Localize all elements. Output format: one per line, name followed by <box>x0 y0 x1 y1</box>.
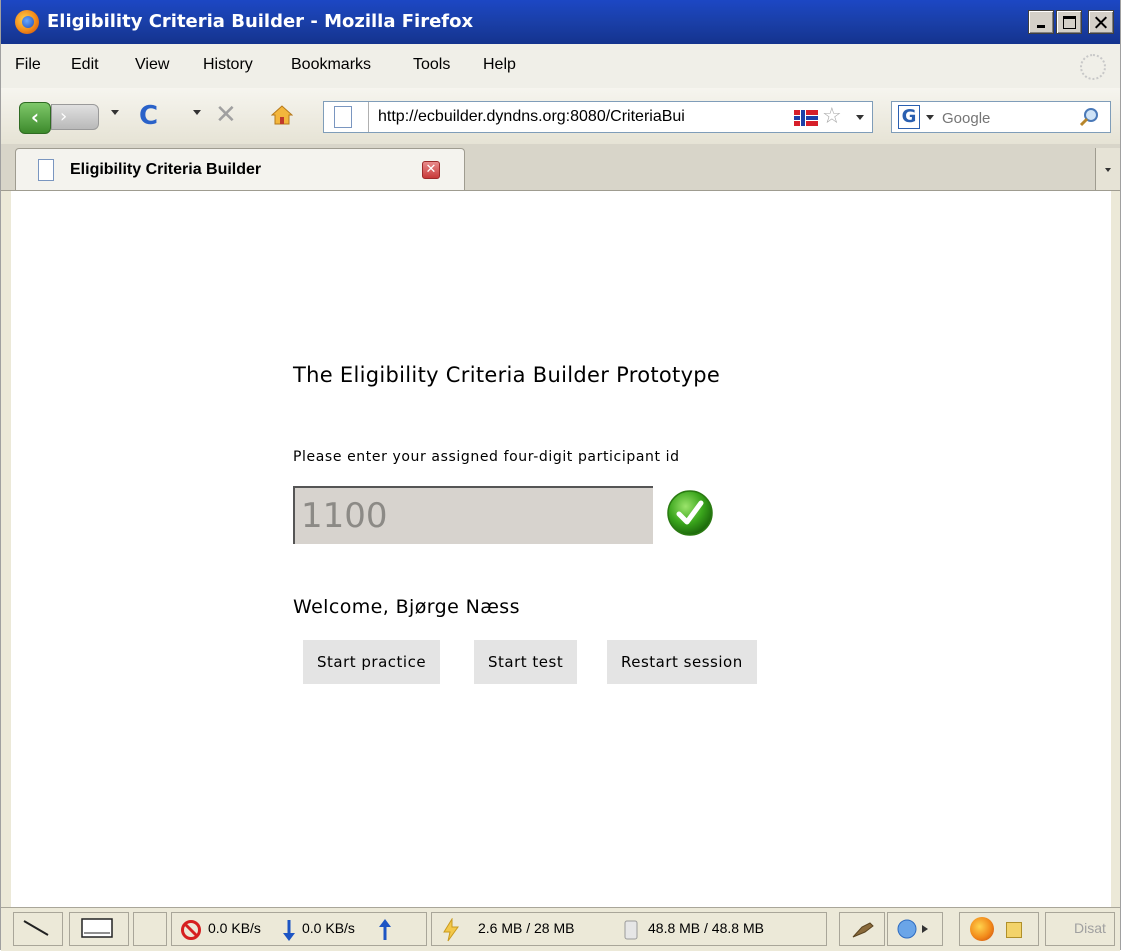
home-icon <box>270 105 294 125</box>
memory-usage-1: 2.6 MB / 28 MB <box>478 920 575 936</box>
back-arrow-icon: ‹ <box>30 105 40 129</box>
tab-bar: Eligibility Criteria Builder ✕ <box>1 144 1120 191</box>
browser-window: Eligibility Criteria Builder - Mozilla F… <box>0 0 1121 951</box>
status-graph-button[interactable] <box>69 912 129 946</box>
network-rate-cell: 0.0 KB/s 0.0 KB/s <box>171 912 427 946</box>
start-practice-button[interactable]: Start practice <box>303 640 441 684</box>
extensions-cell[interactable] <box>959 912 1039 946</box>
participant-id-prompt: Please enter your assigned four-digit pa… <box>293 449 680 465</box>
blocked-icon <box>181 920 201 940</box>
disabled-cell: Disat <box>1045 912 1115 946</box>
sync-button[interactable] <box>887 912 943 946</box>
menu-help[interactable]: Help <box>483 56 516 74</box>
resize-arrow-icon <box>23 920 49 936</box>
download-arrow-icon <box>283 920 295 941</box>
start-test-button[interactable]: Start test <box>474 640 578 684</box>
upload-rate: 0.0 KB/s <box>302 920 355 936</box>
restart-session-button[interactable]: Restart session <box>607 640 757 684</box>
memory-icon <box>624 920 638 940</box>
back-button[interactable]: ‹ <box>19 102 51 134</box>
window-title: Eligibility Criteria Builder - Mozilla F… <box>47 11 474 32</box>
tab-list-button[interactable] <box>1095 148 1120 190</box>
menu-history[interactable]: History <box>203 56 253 74</box>
tab-label: Eligibility Criteria Builder <box>70 161 262 178</box>
menu-edit[interactable]: Edit <box>71 56 99 74</box>
minimize-button[interactable] <box>1028 10 1054 34</box>
menu-view[interactable]: View <box>135 56 169 74</box>
forward-arrow-icon: › <box>60 106 68 127</box>
page-content: The Eligibility Criteria Builder Prototy… <box>11 191 1111 907</box>
reload-icon: C <box>139 101 159 131</box>
status-bar: 0.0 KB/s 0.0 KB/s 2.6 MB / 28 MB 48.8 MB… <box>1 907 1120 951</box>
upload-arrow-icon <box>379 919 391 940</box>
firefox-logo-icon <box>15 10 39 34</box>
history-dropdown[interactable] <box>111 110 119 115</box>
search-icon[interactable] <box>1078 106 1100 128</box>
participant-id-input[interactable] <box>293 486 653 544</box>
page-title: The Eligibility Criteria Builder Prototy… <box>293 363 721 387</box>
home-button[interactable] <box>270 104 294 126</box>
lightning-icon <box>443 918 459 942</box>
disabled-label: Disat <box>1074 920 1106 936</box>
menu-file[interactable]: File <box>15 56 41 74</box>
grasshopper-icon <box>852 922 874 938</box>
memory-cell: 2.6 MB / 28 MB 48.8 MB / 48.8 MB <box>431 912 827 946</box>
url-text[interactable]: http://ecbuilder.dyndns.org:8080/Criteri… <box>378 108 718 126</box>
extension-icon <box>1006 922 1022 938</box>
download-rate: 0.0 KB/s <box>208 920 261 936</box>
bookmark-star-icon[interactable]: ☆ <box>822 104 842 130</box>
url-separator <box>368 102 369 132</box>
addon-button[interactable] <box>839 912 885 946</box>
status-empty-cell <box>133 912 167 946</box>
window-controls <box>1028 10 1114 34</box>
title-bar: Eligibility Criteria Builder - Mozilla F… <box>1 0 1120 44</box>
throbber-icon <box>1080 54 1106 80</box>
tab-close-icon[interactable]: ✕ <box>422 161 440 179</box>
navigation-toolbar: ‹ › C ✕ http://ecbuilder.dyndns.org:8080… <box>1 88 1120 145</box>
welcome-message: Welcome, Bjørge Næss <box>293 596 520 618</box>
sync-icon <box>897 919 928 939</box>
maximize-button[interactable] <box>1056 10 1082 34</box>
search-engine-dropdown[interactable] <box>926 115 934 120</box>
norway-flag-icon <box>794 110 818 126</box>
reload-button[interactable]: C <box>139 102 158 130</box>
memory-usage-2: 48.8 MB / 48.8 MB <box>648 920 764 936</box>
menu-bar: File Edit View History Bookmarks Tools H… <box>1 44 1120 89</box>
search-bar[interactable]: G <box>891 101 1111 133</box>
firefox-logo-icon <box>970 917 994 941</box>
url-bar[interactable]: http://ecbuilder.dyndns.org:8080/Criteri… <box>323 101 873 133</box>
tab-eligibility-criteria-builder[interactable]: Eligibility Criteria Builder ✕ <box>15 148 465 190</box>
stop-icon: ✕ <box>215 100 237 130</box>
graph-icon <box>81 918 113 938</box>
close-window-button[interactable] <box>1088 10 1114 34</box>
reload-dropdown[interactable] <box>193 110 201 115</box>
menu-tools[interactable]: Tools <box>413 56 450 74</box>
search-engine-button[interactable]: G <box>898 105 920 129</box>
page-icon <box>38 159 54 181</box>
url-dropdown[interactable] <box>856 115 864 120</box>
page-icon <box>334 106 352 128</box>
stop-button[interactable]: ✕ <box>215 101 237 129</box>
status-toggle-button[interactable] <box>13 912 63 946</box>
checkmark-icon <box>667 490 713 536</box>
forward-button[interactable]: › <box>51 104 99 130</box>
menu-bookmarks[interactable]: Bookmarks <box>291 56 371 74</box>
search-input[interactable] <box>940 106 1064 130</box>
